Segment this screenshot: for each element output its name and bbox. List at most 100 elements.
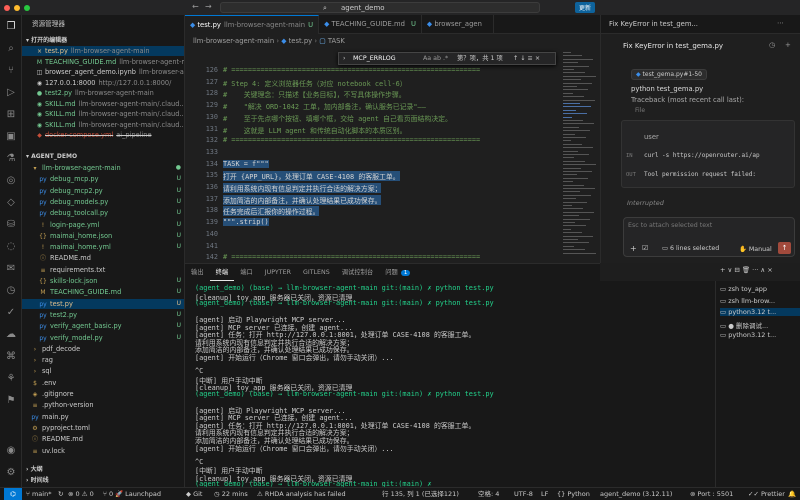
tree-item[interactable]: py debug_mcp2.py U [22,186,184,196]
cursor-position[interactable]: 行 135, 列 1 (已选择121) [382,488,459,500]
tree-item[interactable]: py test.py U [22,298,184,309]
timeline-icon[interactable]: ◷ [5,285,17,297]
open-editor-item[interactable]: ◫browser_agent_demo.ipynbllm-browser-a..… [22,67,184,77]
tree-item[interactable]: M TEACHING_GUIDE.md U [22,287,184,297]
editor-tab[interactable]: ◆ test.py llm-browser-agent-main U [185,15,320,34]
close-window-button[interactable] [4,4,10,11]
more-icon[interactable]: ⋯ [777,19,784,27]
tree-item[interactable]: ⓘ README.md [22,253,184,263]
history-icon[interactable]: ◷ [769,41,775,49]
tree-item[interactable]: › sql [22,366,184,376]
panel-tab[interactable]: 问题 1 [379,264,416,281]
match-options-icons[interactable]: Aa ab .* [423,53,448,64]
cloud-icon[interactable]: ☁ [5,329,17,341]
rhda-status[interactable]: ⚠ RHDA analysis has failed [257,488,346,500]
lines-selected-chip[interactable]: ▭ 6 lines selected [662,245,719,252]
tree-item[interactable]: ≡ .python-version [22,400,184,410]
open-editor-item[interactable]: ◉ 127.0.0.1:8000 http://127.0.0.1:8000/ [22,78,184,88]
sync-button[interactable]: ↻ [58,488,63,500]
terminal-instance[interactable]: ▭ python3.12 t... [720,331,776,339]
tree-item[interactable]: ⓘ README.md [22,434,184,444]
code-line[interactable]: # Step 4: 定义浏览器任务（对应 notebook cell-6） [223,78,407,88]
code-line[interactable]: # 关键理念：只描述【业务目标】，不写具体操作步骤。 [223,89,406,99]
project-header[interactable]: ▾ AGENT_DEMO [22,152,184,162]
back-button[interactable]: ← [192,2,199,11]
gear-icon[interactable]: ⚙ [5,467,17,479]
code-line[interactable]: # "解决 ORD-1042 工单，加内部备注，确认服务已记录"—— [223,101,426,111]
maximize-window-button[interactable] [24,4,30,11]
check-icon[interactable]: ✓ [5,307,17,319]
panel-toolbar-icons[interactable]: + ∨ ⊟ 🗑 ··· ∧ × [720,266,773,274]
jupyter-icon[interactable]: ◌ [5,241,17,253]
minimap[interactable] [560,48,600,263]
code-line[interactable]: 打开 {APP_URL}，处理订单 CASE-4108 的客服工单。 [223,171,400,182]
open-editor-item[interactable]: ◉ SKILL.md llm-browser-agent-main/.claud..… [22,120,184,130]
command-center-search[interactable]: ⌕ agent_demo [220,2,540,13]
code-line[interactable]: # 至于先点哪个按钮、填哪个框，交给 agent 自己看页面结构决定。 [223,113,452,123]
mode-selector[interactable]: ✋ Manual [739,245,772,253]
code-line[interactable]: 请利用系统内现有信息判定并执行合适的解决方案； [223,183,382,193]
indentation[interactable]: 空格: 4 [478,488,499,500]
extensions-icon[interactable]: ⊞ [5,109,17,121]
panel-tab[interactable]: 端口 [234,264,259,281]
tree-item[interactable]: py debug_toolcall.py U [22,208,184,218]
panel-tab[interactable]: 终端 [209,264,235,281]
breadcrumb-folder[interactable]: llm-browser-agent-main [193,37,274,45]
panel-tab[interactable]: 输出 [185,264,210,281]
find-nav-icons[interactable]: ↑ ↓ ≡ × [513,53,540,64]
file-chip[interactable]: ◆ test_gema.py#1-50 [631,69,707,80]
tree-item[interactable]: ▾ llm-browser-agent-main ● [22,163,184,173]
search-icon[interactable]: ⌕ [5,43,17,55]
code-line[interactable]: # ======================================… [223,136,480,144]
code-line[interactable]: TASK = f""" [223,159,269,168]
tree-item[interactable]: py main.py [22,412,184,422]
python-icon[interactable]: ⌘ [5,351,17,363]
tree-item[interactable]: py verify_model.py U [22,333,184,343]
forward-button[interactable]: → [205,2,212,11]
chevron-right-icon[interactable]: › [343,53,346,64]
terminal-instance[interactable]: ▭ python3.12 t... [720,308,800,316]
editor-tab[interactable]: ◆ TEACHING_GUIDE.md U [319,15,422,34]
add-chat-icon[interactable]: + [785,41,791,49]
terminal[interactable]: (agent_demo) (base) → llm-browser-agent-… [185,281,715,487]
breadcrumb-symbol[interactable]: TASK [328,37,345,45]
code-line[interactable]: # 这就是 LLM agent 和传统自动化脚本的本质区别。 [223,125,407,135]
run-debug-icon[interactable]: ▷ [5,87,17,99]
open-editors-header[interactable]: ▾ 打开的编辑器 [22,36,184,46]
code-line[interactable]: """.strip() [223,218,269,227]
language-mode[interactable]: {} Python [557,488,590,500]
launchpad-button[interactable]: 🚀 Launchpad [115,488,161,500]
ports-indicator[interactable]: ⑂ 0 [103,488,113,500]
chat-icon[interactable]: ✉ [5,263,17,275]
prettier-status[interactable]: ✓✓ Prettier [748,488,785,500]
breadcrumb-file[interactable]: test.py [289,37,313,45]
tree-item[interactable]: {} skills-lock.json U [22,276,184,286]
tree-item[interactable]: py debug_models.py U [22,197,184,207]
code-line[interactable]: # ======================================… [223,253,480,261]
tree-item[interactable]: ! maimai_home.yml U [22,242,184,252]
terminal-instance[interactable]: ▭ zsh llm-brow... [720,297,775,305]
flask-icon[interactable]: ⚘ [5,373,17,385]
live-server-port[interactable]: ⊚ Port : 5501 [690,488,733,500]
checkbox-icon[interactable]: ☑ [642,244,648,252]
outline-header[interactable]: › 大纲 [22,465,184,475]
account-icon[interactable]: ◉ [5,445,17,457]
panel-tab[interactable]: GITLENS [297,264,336,281]
database-icon[interactable]: ⛁ [5,219,17,231]
explorer-icon[interactable]: ❐ [5,21,17,33]
open-editor-item[interactable]: × test.py llm-browser-agent-main [22,46,184,57]
tree-item[interactable]: py test2.py U [22,310,184,320]
notifications-icon[interactable]: 🔔 [788,488,796,500]
python-interpreter[interactable]: agent_demo (3.12.11) [600,488,672,500]
remote-indicator-icon[interactable]: ⌬ [4,488,22,500]
open-editor-item[interactable]: ◉ SKILL.md llm-browser-agent-main/.claud..… [22,99,184,109]
end-of-line[interactable]: LF [541,488,548,500]
tree-item[interactable]: › pdf_decode [22,344,184,354]
open-editor-item[interactable]: MTEACHING_GUIDE.mdllm-browser-agent-main [22,57,184,67]
send-button[interactable]: ↑ [778,242,791,254]
tree-item[interactable]: ◈ .gitignore [22,389,184,399]
branch-indicator[interactable]: ⑂ main* [26,488,51,500]
git-button[interactable]: ◆ Git [186,488,202,500]
code-editor[interactable]: 126 # ===================================… [185,48,600,263]
open-editor-item[interactable]: ◉ SKILL.md llm-browser-agent-main/.claud..… [22,109,184,119]
